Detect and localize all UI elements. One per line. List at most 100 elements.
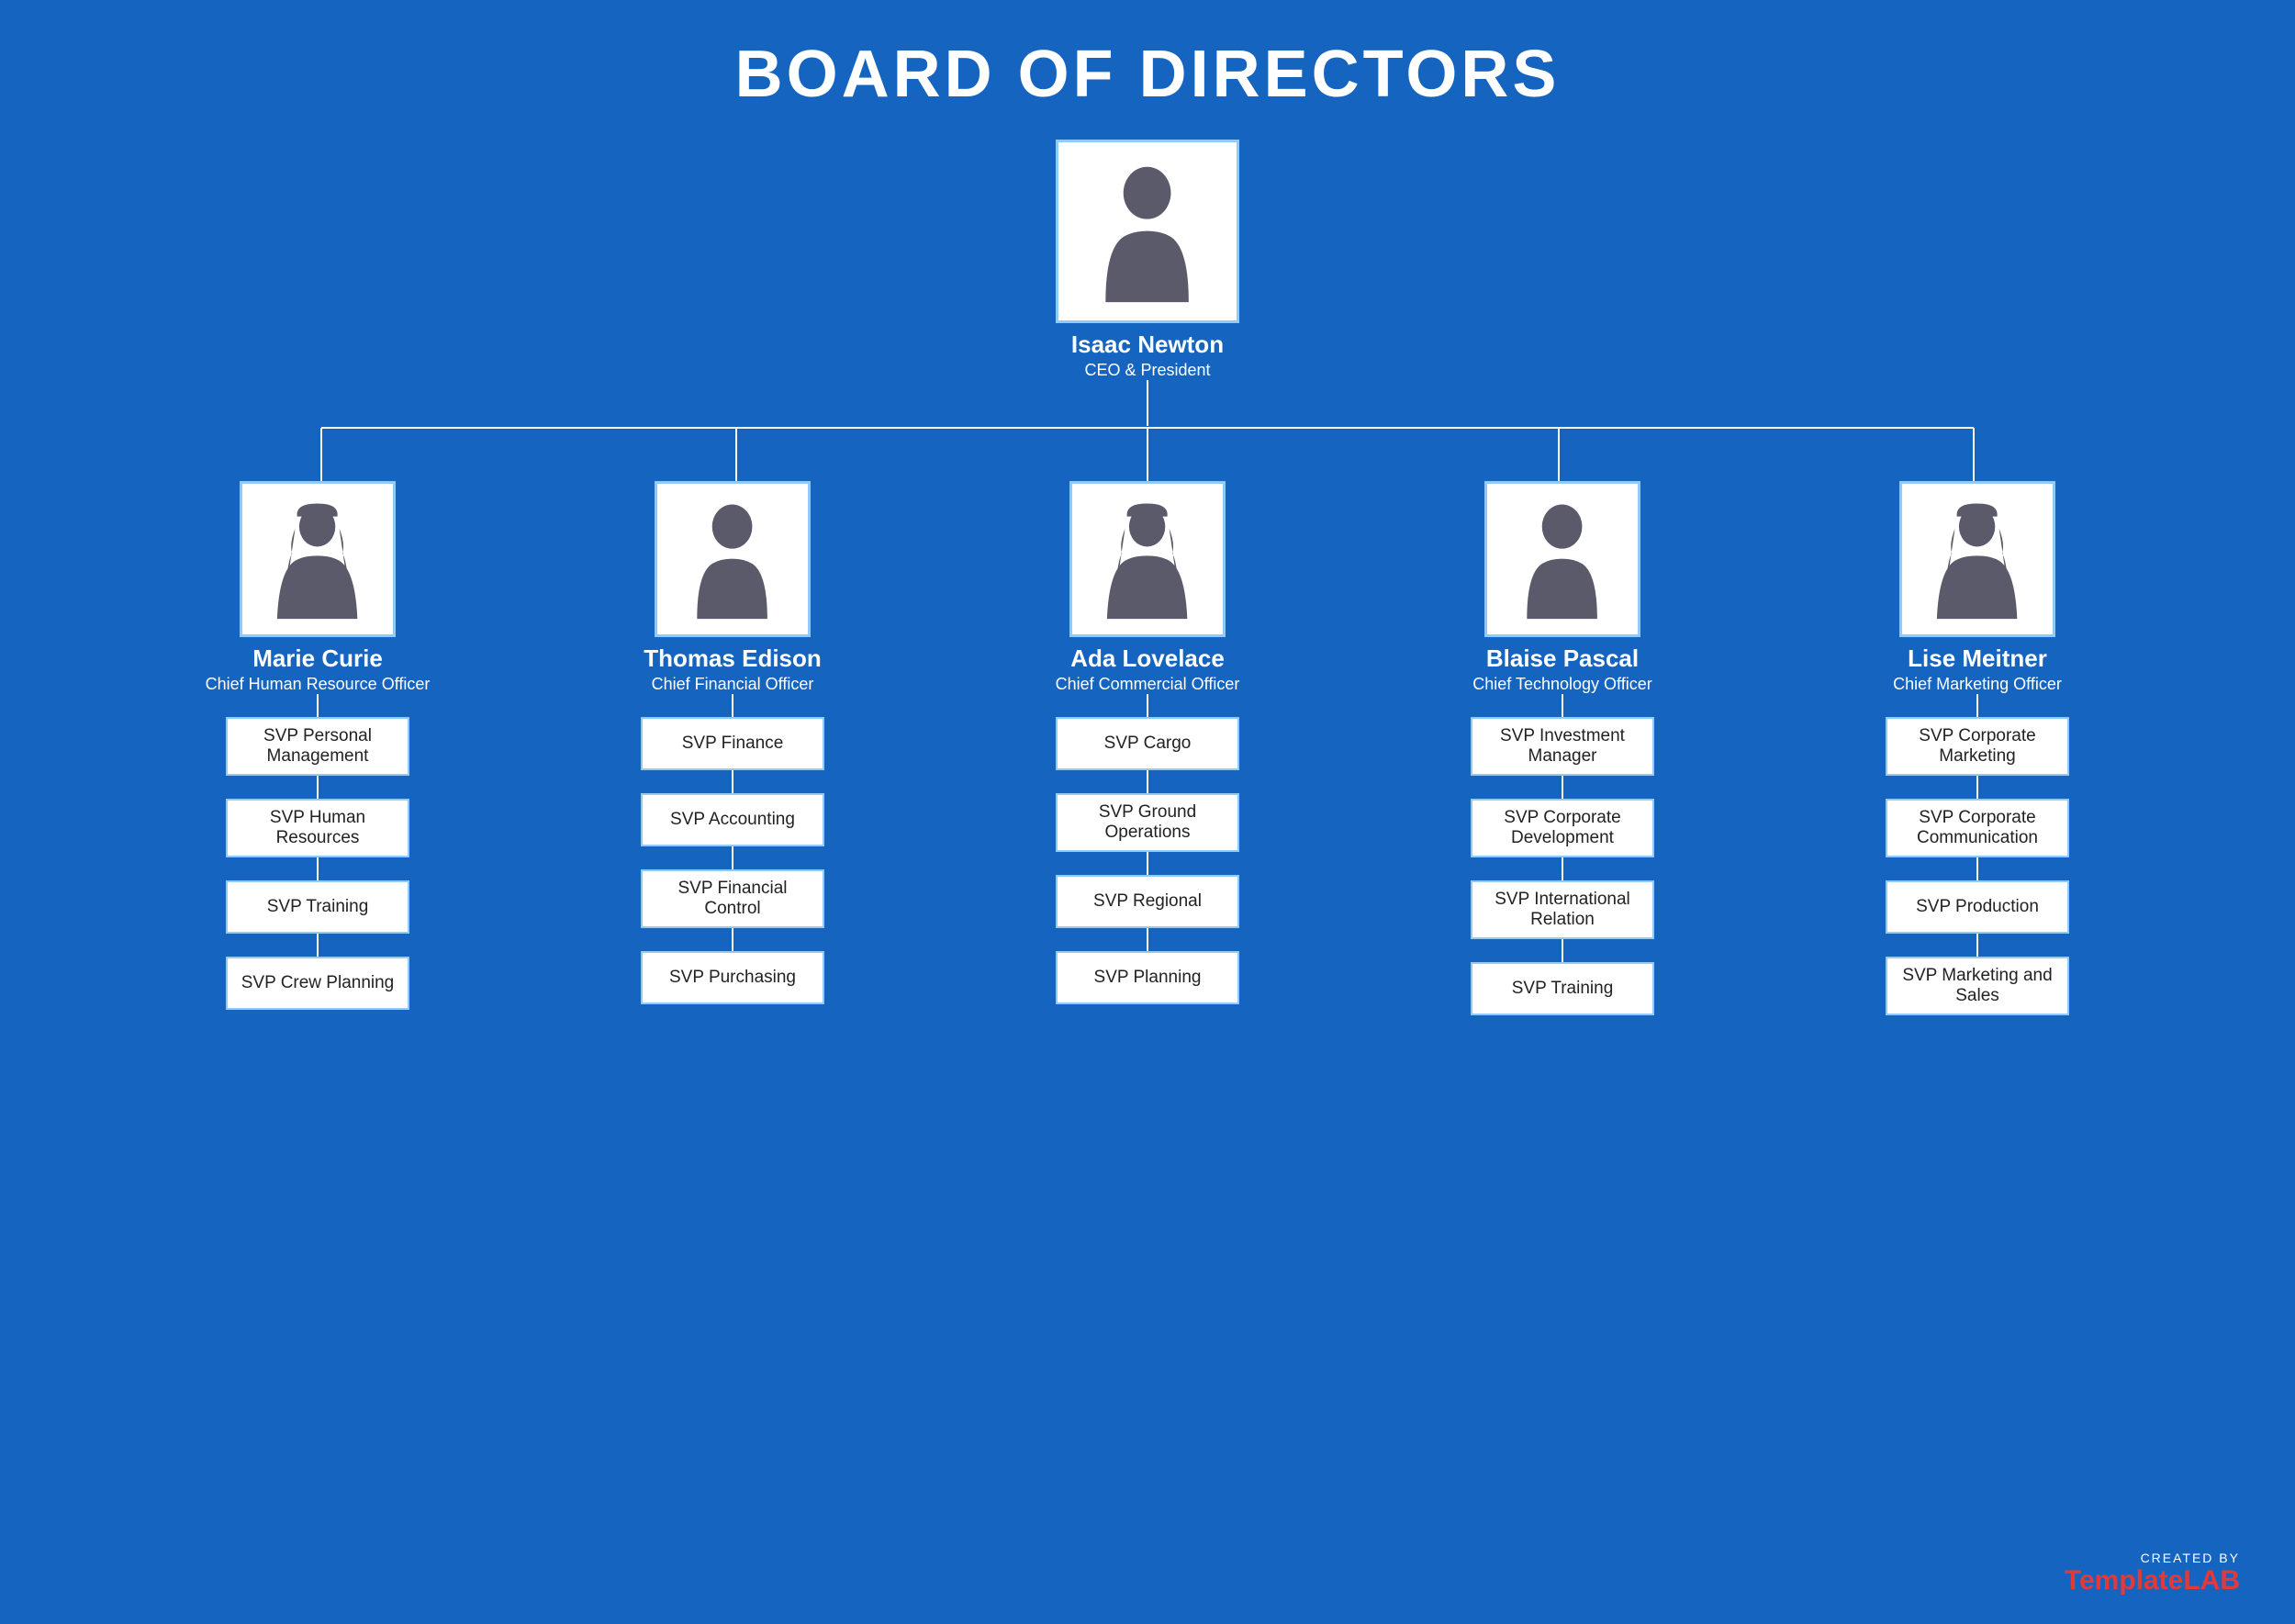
svp-label: SVP Marketing and Sales	[1897, 966, 2058, 1006]
svp-chain-marie-curie: SVP Personal Management SVP Human Resour…	[226, 694, 409, 1010]
card-marie-curie: Marie Curie Chief Human Resource Officer	[206, 481, 431, 694]
svp-label: SVP Financial Control	[652, 879, 813, 919]
ceo-avatar-box	[1056, 140, 1239, 323]
role-marie-curie: Chief Human Resource Officer	[206, 675, 431, 694]
svp-label: SVP Training	[267, 897, 369, 917]
svp-box: SVP Investment Manager	[1471, 717, 1654, 776]
svp-chain-lise-meitner: SVP Corporate Marketing SVP Corporate Co…	[1886, 694, 2069, 1015]
svp-label: SVP Training	[1512, 979, 1614, 999]
svp-box: SVP International Relation	[1471, 880, 1654, 939]
vline2	[1562, 776, 1563, 799]
vline3	[317, 857, 319, 880]
svp-chain-thomas-edison: SVP Finance SVP Accounting SVP Financial…	[641, 694, 824, 1004]
name-blaise-pascal: Blaise Pascal	[1486, 644, 1639, 673]
col-thomas-edison: Thomas Edison Chief Financial Officer SV…	[525, 481, 940, 1004]
svp-label: SVP Cargo	[1104, 734, 1192, 754]
name-lise-meitner: Lise Meitner	[1908, 644, 2047, 673]
svp-chain-ada-lovelace: SVP Cargo SVP Ground Operations SVP Regi…	[1056, 694, 1239, 1004]
vline4	[317, 934, 319, 957]
vline4	[732, 928, 733, 951]
col-lise-meitner: Lise Meitner Chief Marketing Officer SVP…	[1770, 481, 2185, 1015]
svp-box: SVP Corporate Marketing	[1886, 717, 2069, 776]
svp-box: SVP Purchasing	[641, 951, 824, 1004]
silhouette-thomas-edison	[672, 498, 792, 619]
ceo-h-connector	[110, 426, 2185, 481]
svp-label: SVP Production	[1916, 897, 2039, 917]
ceo-silhouette	[1076, 160, 1218, 302]
svp-box: SVP Production	[1886, 880, 2069, 934]
ceo-section: Isaac Newton CEO & President	[110, 140, 2185, 481]
card-blaise-pascal: Blaise Pascal Chief Technology Officer	[1472, 481, 1651, 694]
role-blaise-pascal: Chief Technology Officer	[1472, 675, 1651, 694]
vline1	[1147, 694, 1148, 717]
vline1	[1562, 694, 1563, 717]
watermark-created-by: CREATED BY	[2141, 1551, 2240, 1565]
svp-label: SVP Corporate Communication	[1897, 808, 2058, 848]
role-lise-meitner: Chief Marketing Officer	[1893, 675, 2062, 694]
svp-box: SVP Personal Management	[226, 717, 409, 776]
vline3	[1976, 857, 1978, 880]
svp-box: SVP Cargo	[1056, 717, 1239, 770]
svp-label: SVP Corporate Marketing	[1897, 726, 2058, 767]
col-ada-lovelace: Ada Lovelace Chief Commercial Officer SV…	[940, 481, 1355, 1004]
svp-label: SVP Investment Manager	[1482, 726, 1643, 767]
svp-label: SVP Personal Management	[237, 726, 398, 767]
name-marie-curie: Marie Curie	[252, 644, 383, 673]
avatar-thomas-edison	[655, 481, 811, 637]
vline1	[1976, 694, 1978, 717]
silhouette-marie-curie	[257, 498, 377, 619]
col-blaise-pascal: Blaise Pascal Chief Technology Officer S…	[1355, 481, 1770, 1015]
card-thomas-edison: Thomas Edison Chief Financial Officer	[644, 481, 822, 694]
silhouette-blaise-pascal	[1502, 498, 1622, 619]
vline3	[1562, 857, 1563, 880]
svp-box: SVP Human Resources	[226, 799, 409, 857]
role-ada-lovelace: Chief Commercial Officer	[1056, 675, 1240, 694]
vline4	[1562, 939, 1563, 962]
silhouette-lise-meitner	[1917, 498, 2037, 619]
org-chart: BOARD OF DIRECTORS Isaac Newton CEO & Pr…	[55, 37, 2240, 1015]
avatar-blaise-pascal	[1484, 481, 1640, 637]
avatar-marie-curie	[240, 481, 396, 637]
svp-box: SVP Crew Planning	[226, 957, 409, 1010]
ceo-card: Isaac Newton CEO & President	[1056, 140, 1239, 380]
svp-label: SVP Purchasing	[669, 968, 796, 988]
svp-label: SVP International Relation	[1482, 890, 1643, 930]
level2-row: Marie Curie Chief Human Resource Officer…	[110, 481, 2185, 1015]
vline4	[1976, 934, 1978, 957]
watermark-brand-normal: Template	[2065, 1565, 2183, 1596]
vline1	[317, 694, 319, 717]
vline3	[732, 846, 733, 869]
name-thomas-edison: Thomas Edison	[644, 644, 822, 673]
vline2	[317, 776, 319, 799]
svp-label: SVP Planning	[1094, 968, 1202, 988]
svp-box: SVP Financial Control	[641, 869, 824, 928]
avatar-lise-meitner	[1899, 481, 2055, 637]
svp-box: SVP Ground Operations	[1056, 793, 1239, 852]
watermark-logo: TemplateLAB	[2065, 1565, 2240, 1596]
ceo-vline	[1147, 380, 1148, 426]
avatar-ada-lovelace	[1069, 481, 1226, 637]
svp-label: SVP Finance	[682, 734, 784, 754]
svp-box: SVP Planning	[1056, 951, 1239, 1004]
vline2	[1976, 776, 1978, 799]
svp-label: SVP Corporate Development	[1482, 808, 1643, 848]
svp-label: SVP Human Resources	[237, 808, 398, 848]
svp-label: SVP Crew Planning	[241, 973, 395, 993]
svp-box: SVP Corporate Communication	[1886, 799, 2069, 857]
ceo-name: Isaac Newton	[1071, 330, 1224, 359]
svp-label: SVP Accounting	[670, 810, 795, 830]
svp-box: SVP Training	[226, 880, 409, 934]
vline2	[1147, 770, 1148, 793]
svp-label: SVP Regional	[1093, 891, 1202, 912]
svp-box: SVP Training	[1471, 962, 1654, 1015]
svp-box: SVP Regional	[1056, 875, 1239, 928]
svp-box: SVP Corporate Development	[1471, 799, 1654, 857]
vline3	[1147, 852, 1148, 875]
svp-label: SVP Ground Operations	[1067, 802, 1228, 843]
svp-chain-blaise-pascal: SVP Investment Manager SVP Corporate Dev…	[1471, 694, 1654, 1015]
page-title: BOARD OF DIRECTORS	[735, 37, 1561, 112]
silhouette-ada-lovelace	[1087, 498, 1207, 619]
role-thomas-edison: Chief Financial Officer	[652, 675, 814, 694]
svp-box: SVP Accounting	[641, 793, 824, 846]
watermark: CREATED BY TemplateLAB	[2065, 1551, 2240, 1596]
